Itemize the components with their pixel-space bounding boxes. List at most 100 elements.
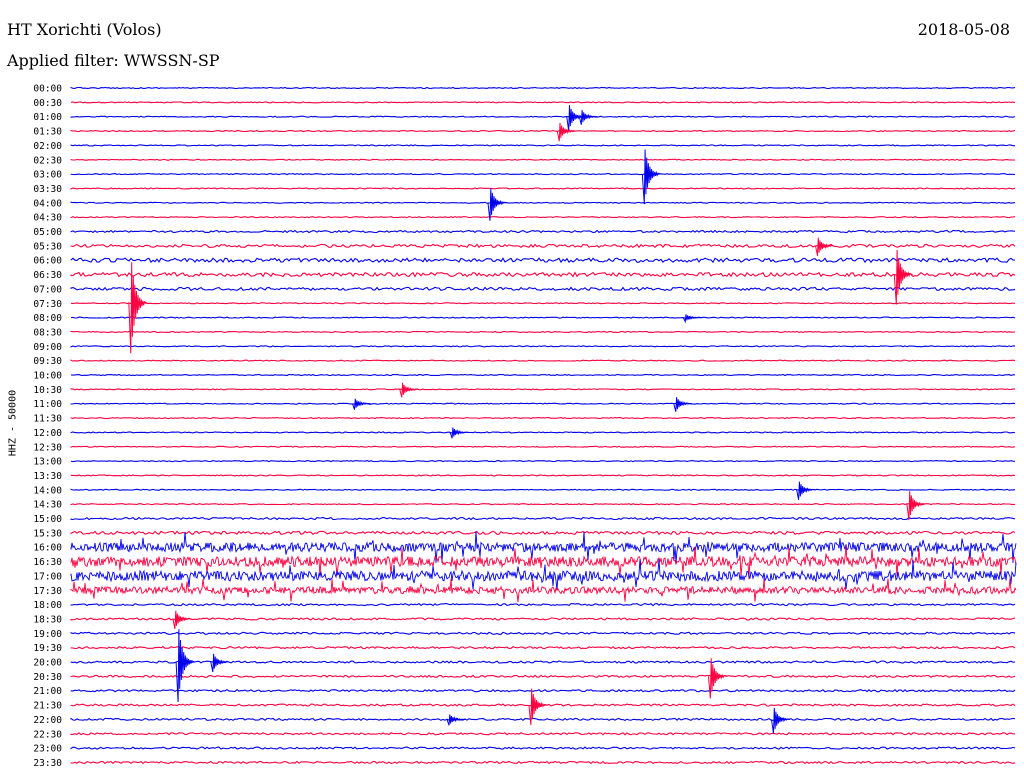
trace-line	[70, 144, 1015, 147]
time-label: 00:00	[33, 84, 62, 95]
trace-line	[70, 760, 1016, 765]
trace-line	[70, 86, 1016, 90]
event-burst	[673, 397, 693, 412]
trace-line	[70, 359, 1016, 362]
time-label: 18:00	[33, 600, 62, 611]
time-label: 23:00	[33, 744, 62, 755]
event-burst	[578, 110, 598, 125]
trace-line	[70, 746, 1016, 750]
time-label: 06:30	[33, 270, 62, 281]
time-label: 12:00	[33, 428, 62, 439]
trace-line	[70, 717, 1016, 722]
time-label: 09:00	[33, 342, 62, 353]
time-label: 04:30	[33, 213, 62, 224]
event-burst	[172, 610, 192, 629]
trace-line	[70, 201, 1016, 204]
time-label: 13:00	[33, 457, 62, 468]
trace-line	[70, 216, 1016, 219]
event-burst	[449, 427, 469, 439]
time-label: 12:30	[33, 442, 62, 453]
trace-line	[70, 316, 1016, 319]
trace-line	[70, 229, 1016, 234]
trace-line	[70, 431, 1016, 434]
time-label: 04:00	[33, 198, 62, 209]
time-label: 22:00	[33, 715, 62, 726]
time-label: 23:30	[33, 758, 62, 769]
trace-line	[70, 732, 1016, 736]
event-burst	[641, 149, 661, 205]
time-label: 13:30	[33, 471, 62, 482]
event-burst	[893, 249, 913, 305]
trace-line	[70, 530, 1016, 536]
trace-line	[70, 445, 1016, 448]
time-label: 00:30	[33, 98, 62, 109]
trace-line	[70, 674, 1016, 679]
time-label: 01:00	[33, 112, 62, 123]
time-label: 10:30	[33, 385, 62, 396]
time-label: 11:00	[33, 399, 62, 410]
time-label: 19:30	[33, 643, 62, 654]
trace-line	[70, 345, 1015, 348]
trace-line	[70, 688, 1016, 693]
time-label: 17:00	[33, 571, 62, 582]
trace-line	[70, 173, 1016, 176]
time-label: 17:30	[33, 586, 62, 597]
trace-line	[70, 257, 1015, 264]
time-label: 03:30	[33, 184, 62, 195]
trace-line	[70, 271, 1016, 278]
helicorder-plot: 00:00 00:30 01:00 01:30 02:00 02:30 03:00 03:30…	[33, 84, 1017, 769]
time-label: 11:30	[33, 414, 62, 425]
time-label: 14:00	[33, 485, 62, 496]
event-burst	[796, 481, 816, 500]
trace-line	[70, 488, 1016, 491]
time-label: 01:30	[33, 127, 62, 138]
event-burst	[682, 314, 702, 324]
time-label: 21:30	[33, 701, 62, 712]
time-label: 06:00	[33, 256, 62, 267]
trace-line	[70, 660, 1016, 664]
trace-line	[70, 645, 1016, 650]
trace-line	[70, 158, 1016, 161]
time-label: 16:00	[33, 543, 62, 554]
time-label: 16:30	[33, 557, 62, 568]
event-burst	[707, 658, 727, 699]
time-label: 02:30	[33, 155, 62, 166]
trace-line	[70, 373, 1015, 377]
trace-line	[70, 416, 1016, 420]
time-label: 08:00	[33, 313, 62, 324]
event-burst	[770, 707, 790, 734]
time-label: 21:00	[33, 686, 62, 697]
trace-line	[70, 302, 1016, 305]
time-label: 18:30	[33, 614, 62, 625]
trace-line	[70, 503, 1016, 506]
time-label: 05:00	[33, 227, 62, 238]
trace-line	[70, 243, 1016, 249]
trace-line	[70, 402, 1016, 405]
trace-line	[70, 330, 1016, 333]
time-label: 20:30	[33, 672, 62, 683]
trace-line	[70, 460, 1016, 463]
time-label: 10:00	[33, 371, 62, 382]
time-label: 02:00	[33, 141, 62, 152]
trace-line	[70, 578, 1017, 603]
time-label: 03:00	[33, 170, 62, 181]
trace-line	[70, 474, 1016, 477]
trace-line	[70, 115, 1016, 118]
time-label: 05:30	[33, 241, 62, 252]
trace-line	[70, 130, 1016, 133]
time-label: 22:30	[33, 729, 62, 740]
time-label: 14:30	[33, 500, 62, 511]
trace-line	[70, 187, 1016, 190]
time-label: 07:30	[33, 299, 62, 310]
event-burst	[906, 491, 926, 521]
trace-line	[70, 617, 1016, 621]
trace-line	[70, 558, 1017, 591]
time-label: 19:00	[33, 629, 62, 640]
event-burst	[487, 188, 507, 221]
trace-line	[70, 101, 1016, 104]
event-burst	[556, 122, 576, 142]
time-label: 09:30	[33, 356, 62, 367]
trace-line	[70, 388, 1016, 391]
time-label: 07:00	[33, 284, 62, 295]
trace-line	[70, 631, 1016, 635]
